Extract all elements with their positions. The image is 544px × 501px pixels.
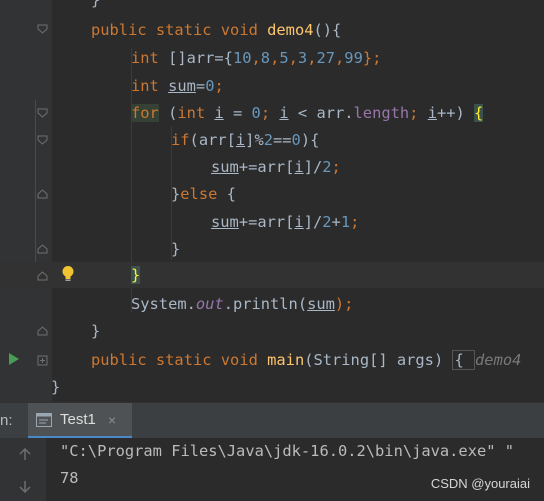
closing-brace: } xyxy=(171,240,181,258)
fold-marker-icon[interactable] xyxy=(37,24,48,35)
arrow-down-icon[interactable] xyxy=(18,480,32,494)
fold-marker-icon[interactable] xyxy=(37,270,48,281)
comma: , xyxy=(335,49,345,67)
code-editor[interactable]: } public static void demo4(){ int []arr=… xyxy=(0,0,544,402)
fold-marker-icon[interactable] xyxy=(37,243,48,254)
closing-brace: } xyxy=(91,0,101,9)
code-line[interactable]: int sum=0; xyxy=(0,73,544,99)
variable: sum xyxy=(211,158,239,176)
number-literal: 2 xyxy=(263,131,273,149)
folded-block[interactable]: { xyxy=(452,350,476,370)
keyword: else xyxy=(180,185,218,203)
code-text: []arr={ xyxy=(158,49,233,67)
keyword: static xyxy=(155,351,212,369)
variable: sum xyxy=(307,295,335,313)
keyword: int xyxy=(131,49,159,67)
lightbulb-icon[interactable] xyxy=(61,265,75,283)
keyword: void xyxy=(220,351,258,369)
console-line: "C:\Program Files\Java\jdk-16.0.2\bin\ja… xyxy=(60,442,515,460)
closing-brace: } xyxy=(91,322,101,340)
code-line[interactable]: } xyxy=(0,236,544,262)
number-literal: 27 xyxy=(316,49,336,67)
variable: sum xyxy=(168,77,196,95)
code-line[interactable]: int []arr={10,8,5,3,27,99}; xyxy=(0,45,544,71)
method-name: demo4 xyxy=(267,21,314,39)
number-literal: 99 xyxy=(344,49,363,67)
tab-test1[interactable]: Test1 × xyxy=(28,403,132,439)
code-line[interactable]: }else { xyxy=(0,181,544,207)
variable: sum xyxy=(211,213,239,231)
number-literal: 0 xyxy=(291,131,301,149)
variable: i xyxy=(427,104,437,122)
matched-brace: { xyxy=(474,104,484,122)
watermark: CSDN @youraiai xyxy=(430,476,530,491)
tool-window-label: n: xyxy=(0,412,13,429)
fold-marker-icon[interactable] xyxy=(37,355,48,366)
fold-marker-icon[interactable] xyxy=(37,0,48,1)
keyword: static xyxy=(155,21,212,39)
code-line[interactable]: public static void main(String[] args) {… xyxy=(0,347,544,373)
number-literal: 8 xyxy=(260,49,271,67)
number-literal: 2 xyxy=(322,158,332,176)
number-literal: 10 xyxy=(232,49,252,67)
variable: i xyxy=(214,104,224,122)
code-line[interactable]: } xyxy=(0,374,544,400)
run-icon[interactable] xyxy=(9,353,19,365)
code-line[interactable]: } xyxy=(0,0,544,13)
comma: , xyxy=(288,49,298,67)
run-tool-window-header: n: Test1 × xyxy=(0,402,544,439)
number-literal: 0 xyxy=(251,104,261,122)
number-literal: 5 xyxy=(279,49,289,67)
static-field: out xyxy=(195,295,224,313)
code-text: (){ xyxy=(313,21,342,39)
matched-brace: } xyxy=(131,266,141,284)
folded-hint: demo4 xyxy=(475,351,522,369)
variable: i xyxy=(294,213,304,231)
variable: i xyxy=(235,131,246,149)
keyword: for xyxy=(131,104,159,122)
comma: , xyxy=(270,49,280,67)
close-icon[interactable]: × xyxy=(108,403,116,437)
comma: , xyxy=(251,49,261,67)
console-line: 78 xyxy=(60,469,79,487)
tab-label: Test1 xyxy=(60,411,96,428)
code-line[interactable]: if(arr[i]%2==0){ xyxy=(0,127,544,153)
keyword: int xyxy=(131,77,159,95)
keyword: if xyxy=(171,131,190,149)
variable: i xyxy=(294,158,304,176)
closing-brace: } xyxy=(51,378,61,396)
method-name: main xyxy=(267,351,305,369)
number-literal: 1 xyxy=(340,213,351,231)
code-line[interactable]: sum+=arr[i]/2+1; xyxy=(0,209,544,235)
code-line[interactable]: } xyxy=(0,318,544,344)
keyword: public xyxy=(91,21,147,39)
number-literal: 2 xyxy=(322,213,332,231)
fold-marker-icon[interactable] xyxy=(37,108,48,119)
keyword: void xyxy=(220,21,258,39)
keyword: public xyxy=(91,351,147,369)
code-line[interactable]: sum+=arr[i]/2; xyxy=(0,154,544,180)
keyword: int xyxy=(177,104,206,122)
console-output[interactable]: "C:\Program Files\Java\jdk-16.0.2\bin\ja… xyxy=(0,438,544,501)
number-literal: 3 xyxy=(297,49,308,67)
fold-marker-icon[interactable] xyxy=(37,188,48,199)
code-line-current[interactable]: } xyxy=(0,262,544,288)
code-line[interactable]: for (int i = 0; i < arr.length; i++) { xyxy=(0,100,544,126)
code-line[interactable]: System.out.println(sum); xyxy=(0,291,544,317)
code-text: }; xyxy=(362,49,382,67)
arrow-up-icon[interactable] xyxy=(18,447,32,461)
fold-marker-icon[interactable] xyxy=(37,325,48,336)
code-line[interactable]: public static void demo4(){ xyxy=(0,17,544,43)
console-tab-icon xyxy=(36,413,52,427)
variable: i xyxy=(279,104,289,122)
fold-marker-icon[interactable] xyxy=(37,135,48,146)
field: length xyxy=(353,104,410,122)
